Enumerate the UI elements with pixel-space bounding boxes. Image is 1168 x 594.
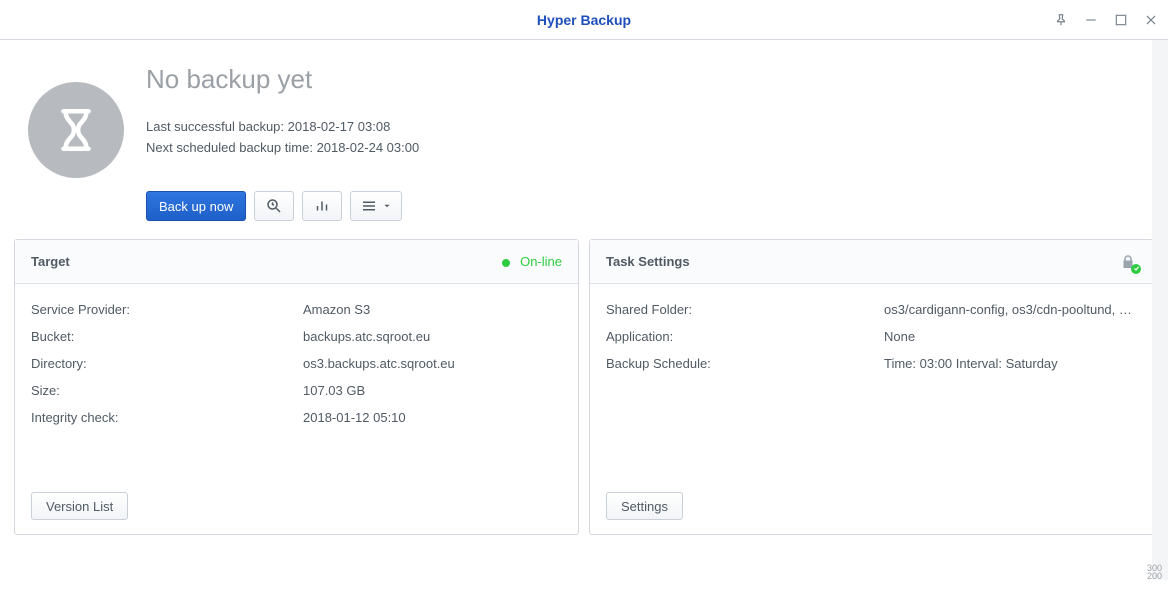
close-icon[interactable] (1144, 13, 1158, 27)
encryption-status-icon (1119, 253, 1137, 271)
size-value: 107.03 GB (303, 383, 365, 398)
gutter-n2: 200 (1147, 572, 1162, 580)
target-panel-title: Target (31, 254, 70, 269)
gutter-numbers: 300 200 (1147, 564, 1162, 580)
maximize-icon[interactable] (1114, 13, 1128, 27)
menu-dropdown-button[interactable] (350, 191, 402, 221)
kv-row: Bucket: backups.atc.sqroot.eu (31, 323, 562, 350)
bucket-value: backups.atc.sqroot.eu (303, 329, 430, 344)
last-backup-label: Last successful backup: (146, 119, 284, 134)
panels-row: Target On-line Service Provider: Amazon … (0, 239, 1168, 547)
kv-row: Integrity check: 2018-01-12 05:10 (31, 404, 562, 431)
kv-row: Directory: os3.backups.atc.sqroot.eu (31, 350, 562, 377)
bucket-label: Bucket: (31, 329, 303, 344)
target-panel: Target On-line Service Provider: Amazon … (14, 239, 579, 535)
application-label: Application: (606, 329, 884, 344)
size-label: Size: (31, 383, 303, 398)
task-panel-header: Task Settings (590, 240, 1153, 284)
kv-row: Application: None (606, 323, 1137, 350)
integrity-label: Integrity check: (31, 410, 303, 425)
integrity-value: 2018-01-12 05:10 (303, 410, 406, 425)
last-backup-line: Last successful backup: 2018-02-17 03:08 (146, 119, 1140, 134)
next-backup-value: 2018-02-24 03:00 (317, 140, 420, 155)
target-kv-list: Service Provider: Amazon S3 Bucket: back… (15, 284, 578, 482)
chevron-down-icon (382, 201, 392, 211)
next-backup-line: Next scheduled backup time: 2018-02-24 0… (146, 140, 1140, 155)
kv-row: Shared Folder: os3/cardigann-config, os3… (606, 296, 1137, 323)
action-toolbar: Back up now (146, 191, 1140, 221)
settings-button[interactable]: Settings (606, 492, 683, 520)
status-dot-icon (502, 259, 510, 267)
version-list-button[interactable]: Version List (31, 492, 128, 520)
status-heading: No backup yet (146, 64, 1140, 95)
kv-row: Backup Schedule: Time: 03:00 Interval: S… (606, 350, 1137, 377)
application-value: None (884, 329, 915, 344)
target-panel-header: Target On-line (15, 240, 578, 284)
shared-folder-label: Shared Folder: (606, 302, 884, 317)
schedule-label: Backup Schedule: (606, 356, 884, 371)
schedule-value: Time: 03:00 Interval: Saturday (884, 356, 1058, 371)
last-backup-value: 2018-02-17 03:08 (288, 119, 391, 134)
scroll-gutter: 300 200 (1152, 40, 1168, 580)
status-text: On-line (520, 254, 562, 269)
summary-section: No backup yet Last successful backup: 20… (0, 40, 1168, 239)
service-provider-value: Amazon S3 (303, 302, 370, 317)
target-status: On-line (502, 254, 562, 269)
task-panel: Task Settings Shared Folder: os3/cardiga… (589, 239, 1154, 535)
statistics-button[interactable] (302, 191, 342, 221)
titlebar: Hyper Backup (0, 0, 1168, 40)
explore-button[interactable] (254, 191, 294, 221)
kv-row: Size: 107.03 GB (31, 377, 562, 404)
service-provider-label: Service Provider: (31, 302, 303, 317)
task-panel-title: Task Settings (606, 254, 690, 269)
shared-folder-value: os3/cardigann-config, os3/cdn-pooltund, … (884, 302, 1137, 317)
minimize-icon[interactable] (1084, 13, 1098, 27)
task-panel-footer: Settings (590, 482, 1153, 534)
bar-chart-icon (313, 197, 331, 215)
directory-value: os3.backups.atc.sqroot.eu (303, 356, 455, 371)
hourglass-icon (28, 82, 124, 178)
menu-icon (360, 197, 378, 215)
directory-label: Directory: (31, 356, 303, 371)
next-backup-label: Next scheduled backup time: (146, 140, 313, 155)
target-panel-footer: Version List (15, 482, 578, 534)
magnify-clock-icon (265, 197, 283, 215)
task-kv-list: Shared Folder: os3/cardigann-config, os3… (590, 284, 1153, 482)
kv-row: Service Provider: Amazon S3 (31, 296, 562, 323)
window-controls (1054, 0, 1158, 40)
pin-icon[interactable] (1054, 13, 1068, 27)
window-title: Hyper Backup (537, 12, 631, 28)
backup-now-button[interactable]: Back up now (146, 191, 246, 221)
